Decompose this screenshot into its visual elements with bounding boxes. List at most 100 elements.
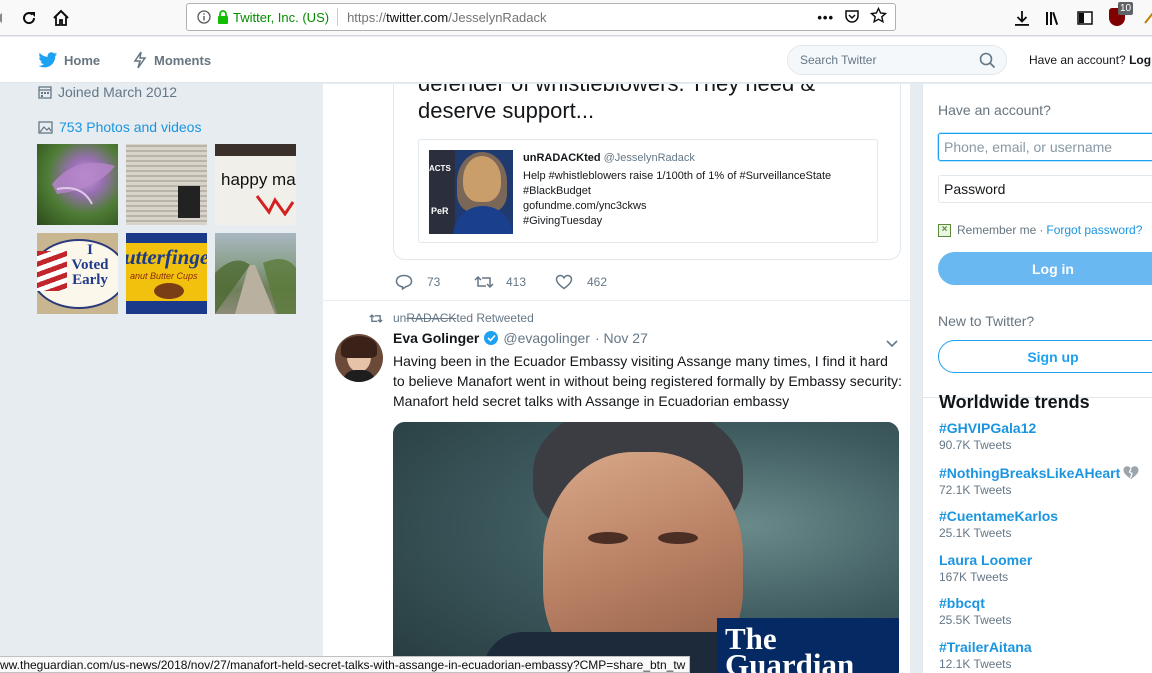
reply-button[interactable]: 73 [395, 274, 440, 290]
broken-heart-icon [1123, 466, 1139, 479]
login-title: Have an account? [938, 102, 1051, 118]
trend-count: 25.5K Tweets [939, 613, 1012, 627]
search-placeholder: Search Twitter [800, 53, 877, 67]
nested-tweet-card[interactable]: ACTS PeR unRADACKted @JesselynRadack Help… [418, 139, 878, 243]
photo-thumb-happy[interactable]: happy ma [215, 144, 296, 225]
profile-sidebar: Joined March 2012 753 Photos and videos … [0, 84, 323, 673]
search-icon[interactable] [979, 52, 996, 72]
tweet-date[interactable]: · Nov 27 [595, 330, 648, 346]
calendar-icon [38, 86, 52, 99]
nav-moments-label: Moments [154, 52, 212, 68]
trend-item[interactable]: #CuentameKarlos 25.1K Tweets [939, 508, 1058, 540]
verified-badge-icon [484, 331, 499, 345]
trend-count: 25.1K Tweets [939, 526, 1012, 540]
back-icon[interactable] [0, 7, 12, 29]
nav-have-account: Have an account? Log [1029, 53, 1151, 67]
remember-dot: · [1039, 223, 1044, 237]
photo-thumb-newspaper[interactable] [126, 144, 207, 225]
url-bar[interactable]: Twitter, Inc. (US) https://twitter.com/J… [186, 3, 896, 31]
trend-name-text: #NothingBreaksLikeAHeart [939, 465, 1121, 481]
joined-date: Joined March 2012 [38, 84, 177, 100]
twitter-bird-icon [38, 51, 58, 67]
nav-home[interactable]: Home [38, 37, 100, 83]
nav-login-link[interactable]: Log [1129, 53, 1151, 67]
bookmark-star-icon[interactable] [869, 6, 888, 27]
joined-text: Joined March 2012 [58, 84, 178, 100]
download-icon[interactable] [1011, 7, 1033, 29]
trend-item[interactable]: #TrailerAitana 12.1K Tweets [939, 639, 1032, 671]
photo-thumb-flower[interactable] [37, 144, 118, 225]
retweet-icon [474, 275, 494, 289]
trend-item[interactable]: Laura Loomer 167K Tweets [939, 552, 1032, 584]
trend-item[interactable]: #bbcqt 25.5K Tweets [939, 595, 1012, 627]
nested-body-line2: #BlackBudget [523, 185, 591, 197]
trend-count: 167K Tweets [939, 570, 1009, 584]
trend-count: 72.1K Tweets [939, 483, 1012, 497]
trend-name: #bbcqt [939, 595, 985, 611]
avatar[interactable] [335, 334, 383, 382]
tweet-author-handle[interactable]: @evagolinger [503, 330, 590, 346]
username-input[interactable]: Phone, email, or username [938, 133, 1152, 161]
reply-icon [395, 274, 413, 290]
url-text[interactable]: https://twitter.com/JesselynRadack [347, 10, 817, 25]
sidebar-icon[interactable] [1074, 7, 1096, 29]
retweet-context[interactable]: unRADACKted Retweeted [369, 311, 534, 325]
forgot-password-link[interactable]: Forgot password? [1046, 223, 1142, 237]
nested-img-label-2: PeR [431, 206, 449, 216]
login-button[interactable]: Log in [938, 252, 1152, 285]
photo-thumb-path[interactable] [215, 233, 296, 314]
retweeted-by: unRADACKted Retweeted [393, 311, 534, 325]
tweet-text: Having been in the Ecuador Embassy visit… [393, 353, 902, 409]
nav-home-label: Home [64, 52, 101, 68]
url-path: /JesselynRadack [448, 9, 547, 25]
thumb-butter-text: utterfinge [126, 245, 207, 269]
nested-tweet-image: ACTS PeR [429, 150, 513, 234]
login-panel: Have an account? Phone, email, or userna… [922, 84, 1152, 398]
like-count: 462 [587, 275, 608, 289]
rt-prefix: un [393, 311, 407, 325]
home-icon[interactable] [50, 7, 72, 29]
like-button[interactable]: 462 [555, 274, 607, 290]
tweet-author-name[interactable]: Eva Golinger [393, 330, 479, 346]
remember-checkbox[interactable]: × [938, 223, 951, 237]
signup-button[interactable]: Sign up [938, 340, 1152, 373]
nested-tweet-author[interactable]: unRADACKted @JesselynRadack [523, 152, 695, 164]
password-input[interactable]: Password [938, 175, 1152, 203]
search-input[interactable]: Search Twitter [787, 45, 1007, 75]
reload-icon[interactable] [18, 7, 40, 29]
trend-count: 12.1K Tweets [939, 657, 1012, 671]
twitter-top-nav: Home Moments Search Twitter Have an acco… [0, 37, 1152, 83]
heart-icon [555, 274, 573, 290]
photo-thumb-butterfinger[interactable]: utterfinge anut Butter Cups [126, 233, 207, 314]
more-icon[interactable]: ••• [817, 10, 834, 25]
photo-thumb-voted[interactable]: I Voted Early [37, 233, 118, 314]
guardian-logo: The Guardian [717, 618, 899, 673]
library-icon[interactable] [1043, 7, 1065, 29]
nested-body-line3: gofundme.com/ync3ckws [523, 200, 647, 212]
reply-count: 73 [427, 275, 441, 289]
photos-videos-label: 753 Photos and videos [59, 119, 202, 135]
trend-count: 90.7K Tweets [939, 438, 1012, 452]
nav-moments[interactable]: Moments [132, 37, 211, 83]
thumb-happy-text: happy ma [221, 170, 296, 189]
photos-videos-link[interactable]: 753 Photos and videos [38, 119, 201, 135]
retweet-count: 413 [506, 275, 527, 289]
trend-item[interactable]: #NothingBreaksLikeAHeart 72.1K Tweets [939, 465, 1140, 497]
pocket-icon[interactable] [844, 8, 860, 27]
info-icon[interactable] [195, 8, 213, 26]
trend-name: #NothingBreaksLikeAHeart [939, 465, 1140, 481]
remember-row: × Remember me · Forgot password? [938, 223, 1142, 237]
trend-item[interactable]: #GHVIPGala12 90.7K Tweets [939, 420, 1036, 452]
guardian-logo-line2: Guardian [725, 647, 855, 673]
quoted-tweet[interactable]: defender of whistleblowers. They need & … [393, 84, 901, 260]
org-label: Twitter, Inc. (US) [233, 9, 330, 25]
extension-icon[interactable] [1138, 7, 1152, 29]
trends-panel: Worldwide trends #GHVIPGala12 90.7K Twee… [922, 392, 1152, 673]
tweet-media[interactable]: The Guardian [393, 422, 899, 673]
url-prefix: https:// [347, 9, 387, 25]
browser-status-bar: ww.theguardian.com/us-news/2018/nov/27/m… [0, 656, 691, 673]
photo-icon [38, 120, 53, 134]
browser-toolbar: Twitter, Inc. (US) https://twitter.com/J… [0, 0, 1152, 36]
nested-body-line4: #GivingTuesday [523, 215, 603, 227]
retweet-button[interactable]: 413 [474, 274, 526, 290]
